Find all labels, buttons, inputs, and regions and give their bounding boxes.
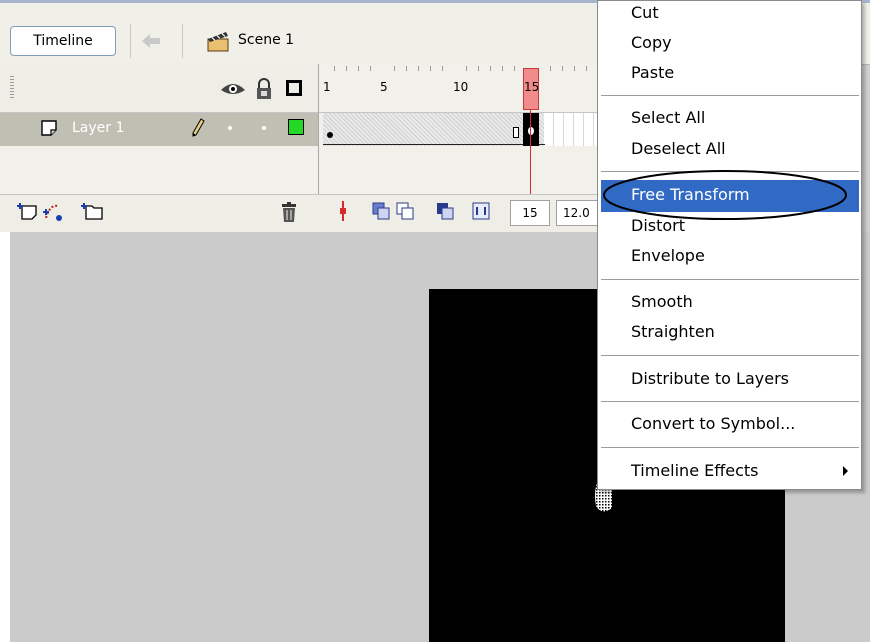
menu-item-cut[interactable]: Cut	[631, 3, 659, 22]
menu-item-smooth[interactable]: Smooth	[631, 292, 693, 311]
toolbar-divider	[130, 24, 131, 58]
ruler-number: 10	[453, 80, 469, 94]
menu-separator	[601, 447, 859, 448]
ruler-number: 5	[380, 80, 388, 94]
ruler-tick	[478, 66, 479, 71]
ruler-tick	[406, 66, 407, 71]
annotation-ellipse	[603, 170, 847, 220]
ruler-tick	[490, 66, 491, 71]
keyframe-start[interactable]	[327, 132, 333, 138]
ruler-tick	[550, 66, 551, 71]
submenu-arrow-icon	[843, 466, 848, 476]
menu-item-select-all[interactable]: Select All	[631, 108, 705, 127]
panel-grip-icon[interactable]	[10, 76, 14, 98]
ruler-tick	[574, 66, 575, 71]
menu-separator	[601, 401, 859, 402]
pencil-icon	[192, 118, 205, 137]
onion-skin-outlines-icon[interactable]	[396, 202, 414, 220]
ruler-tick	[370, 66, 371, 71]
menu-separator	[601, 355, 859, 356]
layer-outline-color-swatch[interactable]	[288, 119, 304, 135]
ruler-tick	[442, 66, 443, 71]
keyframe-dot	[528, 127, 534, 135]
menu-item-straighten[interactable]: Straighten	[631, 322, 715, 341]
playhead-line	[530, 110, 531, 202]
lock-icon[interactable]	[255, 78, 273, 100]
ruler-number: 15	[524, 80, 540, 94]
ruler-tick	[514, 66, 515, 71]
ruler-tick	[430, 66, 431, 71]
menu-separator	[601, 279, 859, 280]
empty-frames[interactable]	[544, 113, 600, 146]
menu-separator	[601, 95, 859, 96]
frame-span-border	[323, 144, 545, 145]
menu-item-convert-to-symbol[interactable]: Convert to Symbol...	[631, 414, 795, 433]
menu-item-distribute-to-layers[interactable]: Distribute to Layers	[631, 369, 789, 388]
layer-visible-dot[interactable]	[228, 126, 232, 130]
ruler-tick	[466, 66, 467, 71]
layer-lock-dot[interactable]	[262, 126, 266, 130]
layer-icon	[41, 120, 57, 136]
edit-multiple-frames-icon[interactable]	[436, 202, 454, 220]
ruler-tick	[346, 66, 347, 71]
menu-item-copy[interactable]: Copy	[631, 33, 672, 52]
ruler-tick	[586, 66, 587, 71]
delete-layer-icon[interactable]	[280, 201, 298, 223]
layer-name[interactable]: Layer 1	[72, 120, 124, 136]
canvas-edge	[0, 232, 10, 642]
center-frame-icon[interactable]	[335, 200, 351, 222]
eye-icon[interactable]	[220, 80, 246, 98]
insert-folder-icon[interactable]	[80, 200, 104, 222]
current-frame-field: 15	[510, 200, 550, 226]
ruler-tick	[562, 66, 563, 71]
frame-rate-field[interactable]: 12.0	[556, 200, 600, 226]
frame-end-marker[interactable]	[513, 127, 519, 138]
menu-item-timeline-effects[interactable]: Timeline Effects	[631, 461, 759, 480]
ruler-tick	[418, 66, 419, 71]
onion-skin-icon[interactable]	[372, 202, 390, 220]
scene-clapper-icon	[207, 32, 229, 52]
add-motion-guide-icon[interactable]	[42, 200, 64, 222]
timeline-toggle-button[interactable]: Timeline	[10, 26, 116, 56]
back-arrow-icon[interactable]	[138, 30, 164, 52]
ruler-tick	[502, 66, 503, 71]
menu-item-envelope[interactable]: Envelope	[631, 246, 705, 265]
scene-name[interactable]: Scene 1	[238, 32, 294, 48]
ruler-tick	[394, 66, 395, 71]
layer-list-empty-area	[0, 146, 318, 194]
outline-toggle-icon[interactable]	[286, 80, 302, 96]
menu-item-deselect-all[interactable]: Deselect All	[631, 139, 726, 158]
insert-layer-icon[interactable]	[16, 200, 38, 222]
toolbar-divider	[182, 24, 183, 58]
ruler-tick	[358, 66, 359, 71]
modify-onion-markers-icon[interactable]	[472, 202, 490, 220]
ruler-number: 1	[323, 80, 331, 94]
menu-item-paste[interactable]: Paste	[631, 63, 674, 82]
ruler-tick	[334, 66, 335, 71]
